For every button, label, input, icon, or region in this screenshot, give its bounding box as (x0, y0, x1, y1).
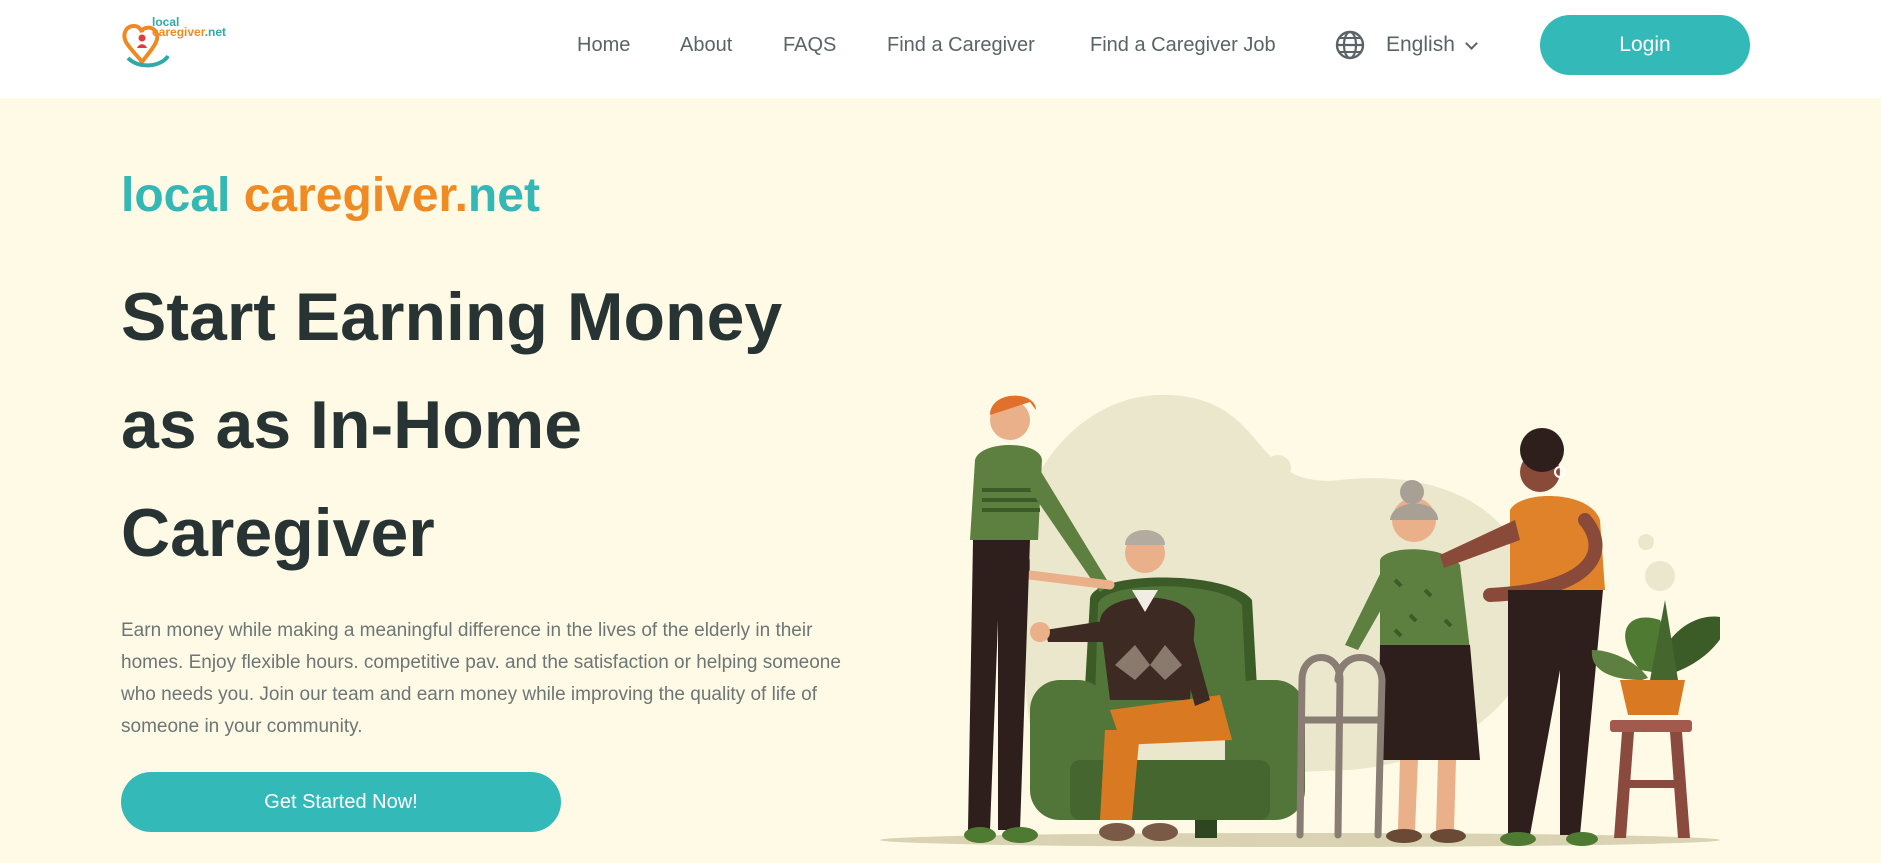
bubble (1300, 480, 1316, 496)
headline-line-1: Start Earning Money (121, 279, 783, 355)
nav-home-link[interactable]: Home (577, 30, 630, 60)
globe-icon (1335, 30, 1365, 60)
logo-text-caregiver-word: caregiver (152, 25, 205, 39)
nav-faqs-link[interactable]: FAQS (783, 30, 836, 60)
login-button[interactable]: Login (1540, 15, 1750, 75)
get-started-button[interactable]: Get Started Now! (121, 772, 561, 832)
bubble (1638, 534, 1654, 550)
chevron-down-icon (1465, 36, 1478, 50)
bubble (1645, 561, 1675, 591)
bubble (1265, 455, 1291, 481)
brand-word-caregiver: caregiver. (243, 169, 468, 222)
nav-find-caregiver-link[interactable]: Find a Caregiver (887, 30, 1035, 60)
nav-about-link[interactable]: About (680, 30, 732, 60)
brand-word-net: net (467, 169, 540, 222)
brand-wordmark: local caregiver.net (121, 168, 540, 224)
headline-line-3: Caregiver (121, 495, 435, 571)
hero-description: Earn money while making a meaningful dif… (121, 620, 841, 737)
caregivers-illustration (880, 394, 1720, 847)
potted-plant-graphic (1591, 600, 1720, 838)
brand-word-local: local (121, 169, 231, 222)
logo-text-net: .net (204, 25, 227, 39)
site-logo[interactable]: local caregiver.net (120, 14, 240, 76)
hero-headline: Start Earning Money as as In-Home Caregi… (121, 263, 881, 587)
language-selector[interactable]: English (1334, 28, 1478, 62)
site-header: local caregiver.net Home About FAQS Find… (0, 0, 1881, 98)
nav-find-caregiver-job-link[interactable]: Find a Caregiver Job (1090, 30, 1276, 60)
headline-line-2: as as In-Home (121, 387, 583, 463)
language-label: English (1386, 33, 1455, 56)
logo-text-caregiver: caregiver.net (152, 26, 226, 38)
